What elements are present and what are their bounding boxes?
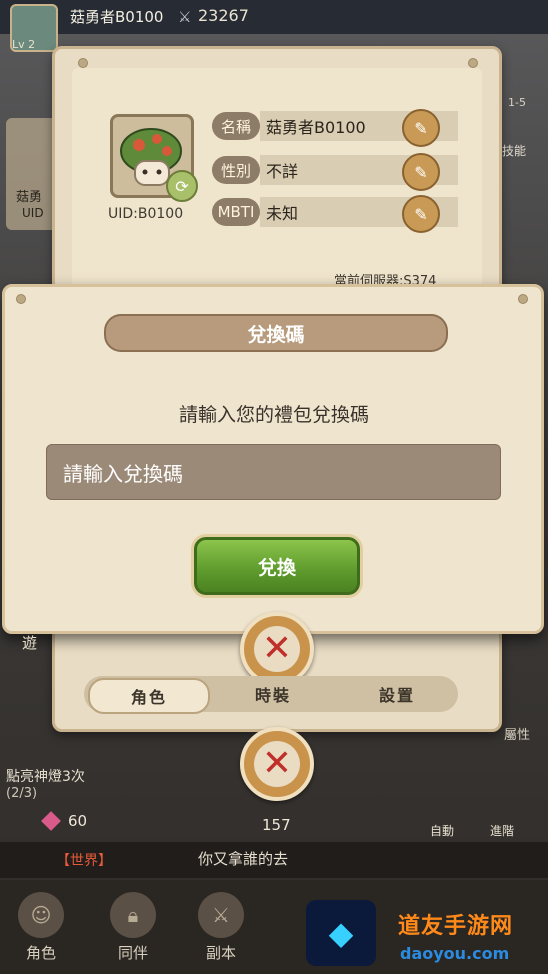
redeem-prompt: 請輸入您的禮包兌換碼 xyxy=(178,404,369,426)
pedestal-count: 157 xyxy=(262,816,291,834)
redeem-code-input[interactable]: 請輸入兌換碼 xyxy=(46,444,501,500)
bolt-decoration xyxy=(16,294,26,304)
close-dialog-button[interactable]: ✕ xyxy=(240,612,314,686)
watermark-url: daoyou.com xyxy=(400,944,510,963)
auto-button[interactable]: 自動 xyxy=(430,822,454,839)
nav-label: 副本 xyxy=(205,944,236,962)
nav-label: 同伴 xyxy=(117,944,148,962)
advance-button[interactable]: 進階 xyxy=(490,822,514,839)
close-icon: ✕ xyxy=(254,741,300,787)
chat-channel: 【世界】 xyxy=(56,853,112,869)
tab-character[interactable]: 角色 xyxy=(88,678,210,714)
gem-count: 60 xyxy=(68,812,88,830)
quest-progress: (2/3) xyxy=(6,786,38,801)
redeem-button[interactable]: 兌換 xyxy=(194,537,360,595)
nav-label: 角色 xyxy=(25,944,56,962)
watermark-logo-icon: ◆ xyxy=(306,900,376,966)
swords-icon: ⚔ xyxy=(198,892,244,938)
attribute-button[interactable]: 屬性 xyxy=(504,724,530,743)
chat-message: 你又拿誰的去 xyxy=(198,850,289,868)
bolt-decoration xyxy=(518,294,528,304)
close-profile-button[interactable]: ✕ xyxy=(240,727,314,801)
dialog-title: 兌換碼 xyxy=(104,314,448,352)
nav-character[interactable]: ☺ 角色 xyxy=(6,892,76,963)
nav-dungeon[interactable]: ⚔ 副本 xyxy=(186,892,256,963)
quest-title: 點亮神燈3次 xyxy=(6,769,85,785)
lock-icon: 🔒︎ xyxy=(110,892,156,938)
tab-costume[interactable]: 時裝 xyxy=(214,678,332,710)
nav-companion[interactable]: 🔒︎ 同伴 xyxy=(98,892,168,963)
tab-settings[interactable]: 設置 xyxy=(338,678,456,710)
side-left-button[interactable]: 遊 xyxy=(22,632,37,653)
character-icon: ☺ xyxy=(18,892,64,938)
watermark-text: 道友手游网 xyxy=(398,914,514,939)
close-icon: ✕ xyxy=(254,626,300,672)
